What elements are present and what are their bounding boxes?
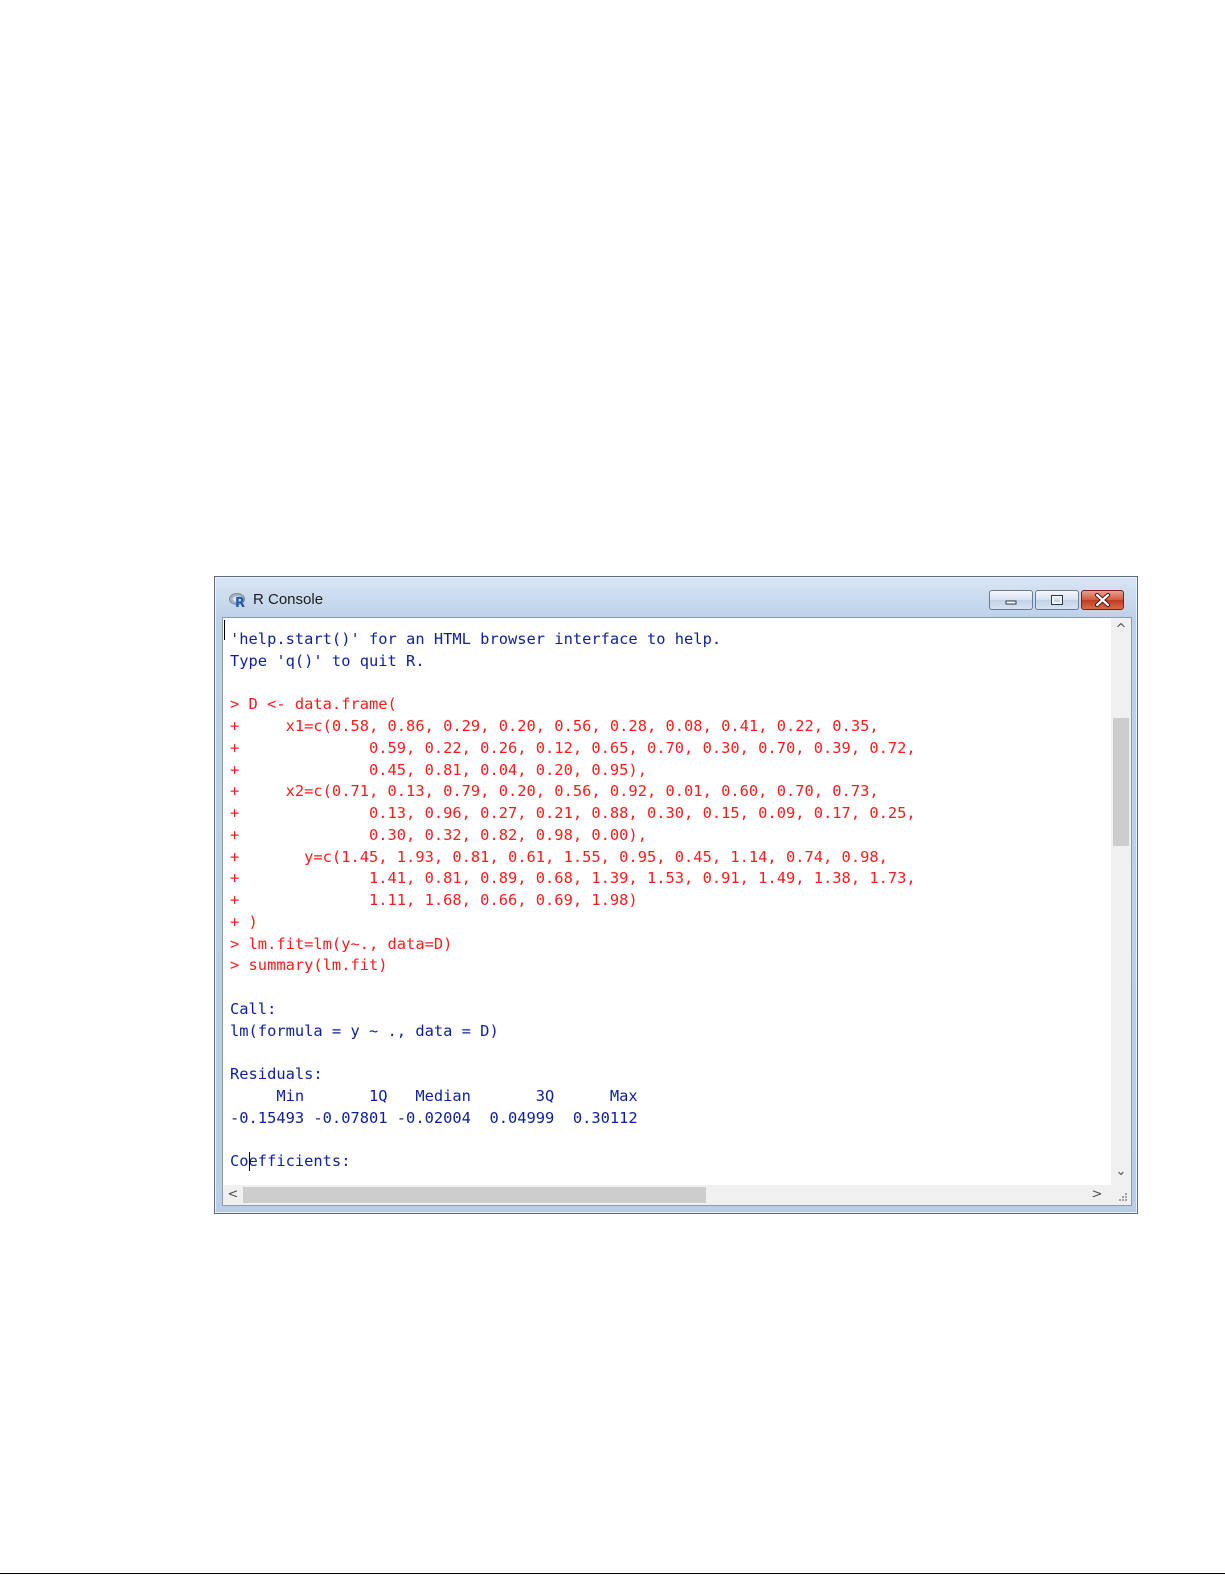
console-input-line: > summary(lm.fit) [230, 956, 388, 975]
console-output-line: Type 'q()' to quit R. [230, 651, 425, 670]
window-title: R Console [253, 591, 324, 608]
console-output-line: Call: [230, 999, 277, 1018]
scroll-left-arrow-icon[interactable]: < [223, 1185, 243, 1205]
scroll-right-arrow-icon[interactable]: > [1087, 1185, 1107, 1205]
console-input-line: + 1.11, 1.68, 0.66, 0.69, 1.98) [230, 891, 638, 909]
console-client-area: 'help.start()' for an HTML browser inter… [222, 617, 1132, 1206]
console-input-line: + x1=c(0.58, 0.86, 0.29, 0.20, 0.56, 0.2… [230, 717, 879, 735]
console-input-line: + 0.13, 0.96, 0.27, 0.21, 0.88, 0.30, 0.… [230, 804, 916, 822]
title-bar[interactable]: R R Console [215, 577, 1137, 617]
console-input-line: > D <- data.frame( [230, 695, 397, 714]
console-input-line: + 0.30, 0.32, 0.82, 0.98, 0.00), [230, 825, 647, 844]
text-cursor [224, 620, 225, 640]
text-cursor [248, 1152, 250, 1171]
svg-text:R: R [235, 596, 245, 608]
console-output-line: Residuals: [230, 1065, 323, 1083]
r-logo-icon: R [229, 592, 247, 611]
r-console-window: R R Console 'help.start()' for an HTML b… [214, 576, 1138, 1214]
page-bottom-rule [0, 1573, 1225, 1574]
console-input-line: > lm.fit=lm(y~., data=D) [230, 934, 453, 953]
console-output-line: -0.15493 -0.07801 -0.02004 0.04999 0.301… [230, 1108, 647, 1127]
close-button[interactable] [1081, 590, 1124, 610]
vertical-scrollbar[interactable]: ^ ⌄ [1111, 618, 1131, 1185]
console-input-line: + 0.45, 0.81, 0.04, 0.20, 0.95), [230, 760, 647, 779]
maximize-button[interactable] [1035, 590, 1079, 610]
console-input-line: + x2=c(0.71, 0.13, 0.79, 0.20, 0.56, 0.9… [230, 782, 879, 801]
minimize-button[interactable] [989, 590, 1033, 610]
resize-grip-icon[interactable] [1111, 1185, 1131, 1205]
horizontal-scroll-thumb[interactable] [243, 1187, 706, 1203]
scroll-up-arrow-icon[interactable]: ^ [1111, 620, 1131, 640]
scroll-down-arrow-icon[interactable]: ⌄ [1111, 1162, 1131, 1182]
console-output[interactable]: 'help.start()' for an HTML browser inter… [223, 618, 1111, 1185]
horizontal-scrollbar[interactable]: < > [223, 1185, 1111, 1205]
console-input-line: + y=c(1.45, 1.93, 0.81, 0.61, 1.55, 0.95… [230, 847, 888, 866]
console-output-line: Min 1Q Median 3Q Max [230, 1086, 647, 1105]
console-output-line: 'help.start()' for an HTML browser inter… [230, 630, 722, 648]
console-input-line: + 0.59, 0.22, 0.26, 0.12, 0.65, 0.70, 0.… [230, 738, 916, 757]
minimize-icon [1005, 600, 1017, 605]
console-output-line: lm(formula = y ~ ., data = D) [230, 1021, 499, 1040]
maximize-icon [1051, 595, 1063, 605]
vertical-scroll-thumb[interactable] [1113, 718, 1129, 846]
close-icon [1095, 593, 1110, 607]
console-input-line: + 1.41, 0.81, 0.89, 0.68, 1.39, 1.53, 0.… [230, 869, 916, 888]
console-input-line: + ) [230, 912, 258, 931]
